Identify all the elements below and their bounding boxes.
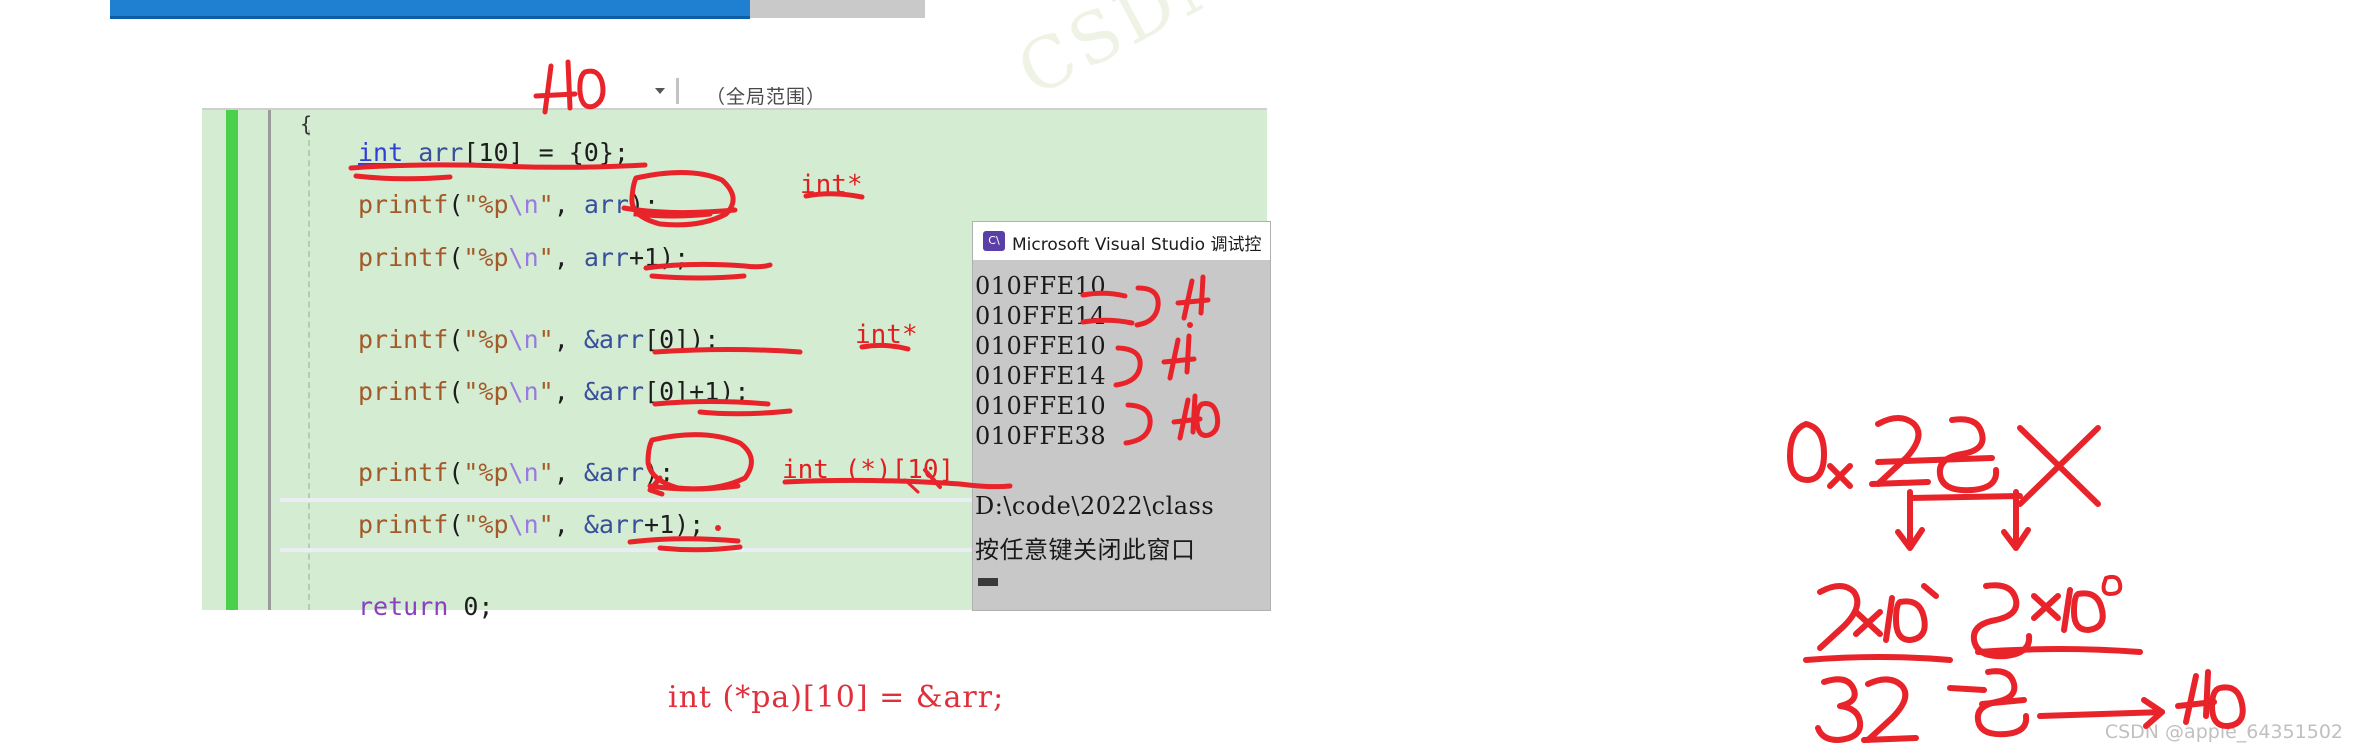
visual-studio-icon: C\ (983, 231, 1005, 251)
code-line[interactable]: printf("%p\n", arr+1); (358, 243, 689, 272)
bottom-code-note: int (*pa)[10] = &arr; (668, 680, 1005, 715)
top-progress-underline (110, 16, 750, 19)
current-line-highlight-top (280, 498, 980, 502)
code-token: \n (508, 325, 539, 354)
code-token: &arr (583, 325, 645, 354)
code-token: " (538, 510, 554, 539)
code-token: ); (628, 190, 660, 219)
code-token: arr (583, 190, 629, 219)
code-token: "%p (463, 325, 509, 354)
ink-note-0x (1787, 421, 1853, 489)
console-output-line: 010FFE14 (975, 302, 1107, 330)
code-line[interactable]: int arr[10] = {0}; (358, 138, 629, 167)
code-token: +1); (644, 510, 705, 539)
code-token: printf (358, 458, 449, 487)
open-brace: { (300, 112, 313, 136)
code-token: &arr (583, 458, 645, 487)
type-annotation: int* (855, 320, 918, 350)
code-line[interactable]: printf("%p\n", &arr+1); (358, 510, 704, 539)
code-token: &arr (583, 510, 645, 539)
code-line[interactable]: printf("%p\n", &arr); (358, 458, 674, 487)
console-output-line: 010FFE38 (975, 422, 1107, 450)
scope-selector-value[interactable]: （全局范围） (706, 82, 826, 109)
code-token: , (553, 243, 584, 272)
ink-down-arrows (1895, 489, 2031, 551)
code-token: , (553, 325, 584, 354)
editor-gutter-divider (268, 110, 271, 610)
console-cursor (978, 578, 998, 586)
ink-note-8-bottom (1947, 668, 2030, 738)
console-output-line: 010FFE14 (975, 362, 1107, 390)
console-output-line: D:\code\2022\class (975, 492, 1215, 520)
code-token: "%p (463, 243, 509, 272)
scope-divider (676, 78, 679, 104)
code-line[interactable]: return 0; (358, 592, 493, 621)
ink-note-8x16 (1970, 574, 2143, 660)
code-token: \n (508, 243, 539, 272)
code-token: ( (448, 377, 464, 406)
change-marker-green-bar (226, 110, 238, 610)
code-token: [0]+1); (644, 377, 750, 406)
type-annotation: int* (800, 170, 863, 200)
code-token: ( (448, 325, 464, 354)
code-token: printf (358, 243, 449, 272)
console-output-line: 010FFE10 (975, 272, 1107, 300)
code-token: "%p (463, 510, 509, 539)
code-token: printf (358, 510, 449, 539)
code-token: , (553, 458, 584, 487)
code-token: ( (448, 510, 464, 539)
code-token: " (538, 325, 554, 354)
code-line[interactable]: printf("%p\n", &arr[0]); (358, 325, 719, 354)
code-token: ( (448, 190, 464, 219)
code-token: [0]); (644, 325, 720, 354)
code-token: ); (644, 458, 675, 487)
console-output-line: 010FFE10 (975, 392, 1107, 420)
code-token: 0; (448, 592, 494, 621)
corner-watermark: CSDN @apple_64351502 (2104, 721, 2343, 743)
code-token: " (538, 458, 554, 487)
code-token: printf (358, 190, 449, 219)
code-token: +1); (628, 243, 690, 272)
code-token: \n (508, 377, 539, 406)
code-token: printf (358, 377, 449, 406)
code-token: \n (508, 510, 539, 539)
console-title-text: Microsoft Visual Studio 调试控制台 (1012, 235, 1262, 255)
code-token: int (358, 138, 404, 167)
code-token: &arr (583, 377, 645, 406)
code-token: , (553, 190, 584, 219)
code-token: " (538, 377, 554, 406)
ink-note-28 (1869, 415, 2000, 494)
current-line-highlight-bottom (280, 548, 980, 552)
code-token: " (538, 190, 554, 219)
ink-number-40-top (533, 59, 606, 115)
indent-guide (308, 130, 310, 610)
console-output-line: 010FFE10 (975, 332, 1107, 360)
code-token: arr (403, 138, 464, 167)
ink-note-32 (1815, 676, 1919, 743)
code-token: [10] = {0}; (463, 138, 629, 167)
code-token: "%p (463, 190, 509, 219)
code-line[interactable]: printf("%p\n", arr); (358, 190, 659, 219)
chevron-down-icon[interactable] (655, 88, 665, 94)
ink-note-2x16 (1803, 583, 1953, 663)
code-token: printf (358, 325, 449, 354)
code-token: arr (583, 243, 629, 272)
code-token: \n (508, 190, 539, 219)
ink-note-x (2017, 425, 2101, 507)
code-token: "%p (463, 458, 509, 487)
code-token: ( (448, 458, 464, 487)
code-token: return (358, 592, 449, 621)
type-annotation: int (*)[10] (782, 455, 955, 485)
code-token: ( (448, 243, 464, 272)
code-token: "%p (463, 377, 509, 406)
code-line[interactable]: printf("%p\n", &arr[0]+1); (358, 377, 749, 406)
console-output-line: 按任意键关闭此窗口 (975, 536, 1196, 564)
code-token: \n (508, 458, 539, 487)
code-token: , (553, 510, 584, 539)
code-token: " (538, 243, 554, 272)
ink-note-40-final (2175, 669, 2246, 730)
code-token: , (553, 377, 584, 406)
